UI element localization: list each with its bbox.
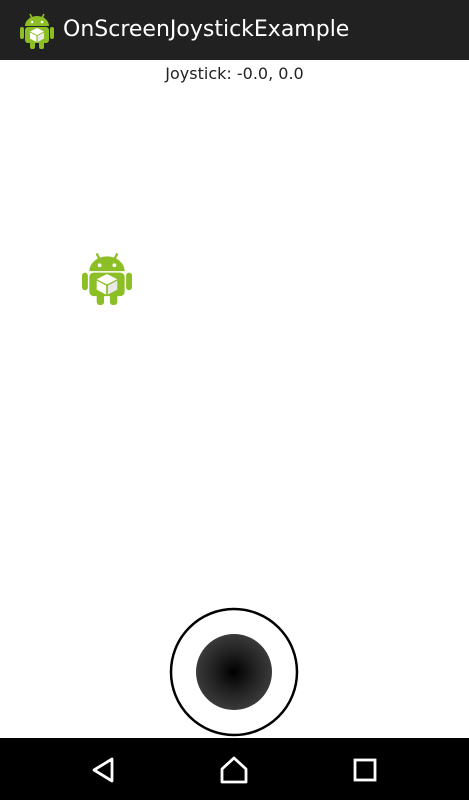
home-icon[interactable] (214, 750, 254, 790)
on-screen-joystick[interactable] (169, 607, 299, 737)
app-title: OnScreenJoystickExample (63, 17, 350, 42)
joystick-knob[interactable] (196, 634, 272, 710)
app-screen: OnScreenJoystickExample Joystick: -0.0, … (0, 0, 469, 800)
android-cube-icon (20, 13, 54, 49)
back-triangle-icon[interactable] (84, 750, 124, 790)
system-nav-bar (0, 738, 469, 800)
joystick-readout: Joystick: -0.0, 0.0 (165, 64, 304, 83)
android-cube-icon (82, 252, 132, 305)
action-bar: OnScreenJoystickExample (0, 0, 469, 60)
recents-square-icon[interactable] (345, 750, 385, 790)
